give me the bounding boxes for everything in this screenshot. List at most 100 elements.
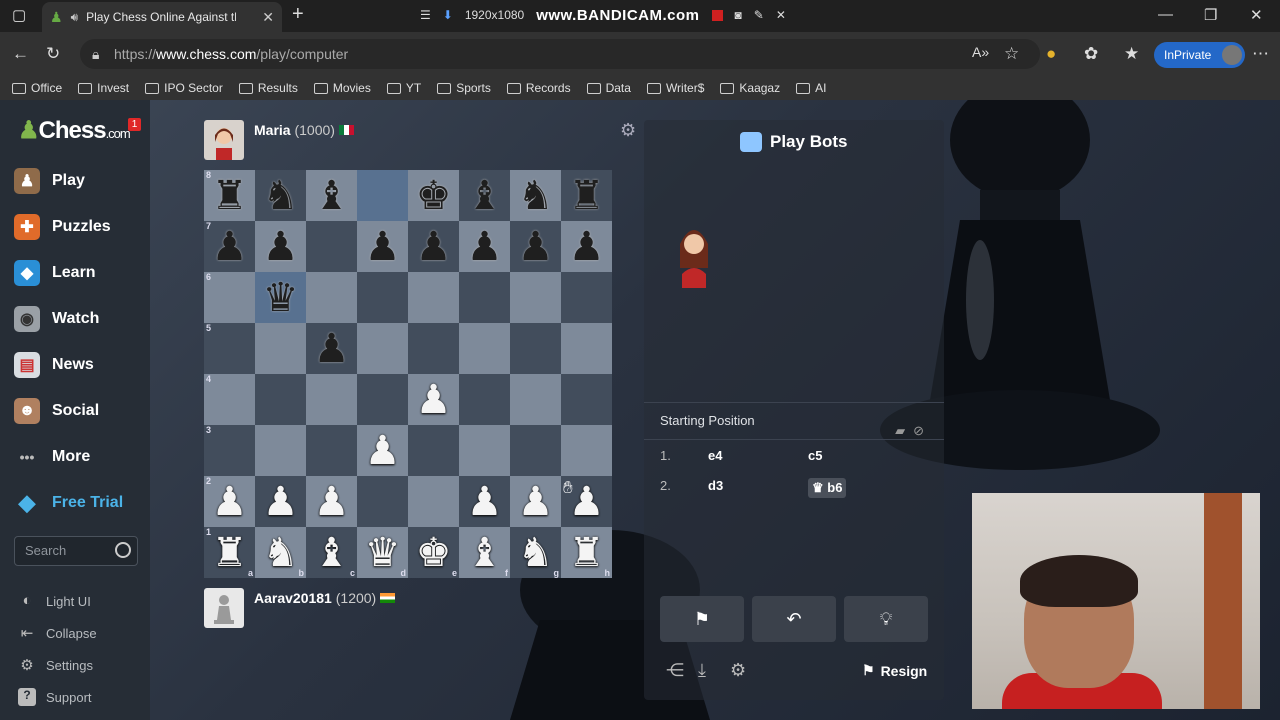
collapse-button[interactable]: ⇤ Collapse bbox=[18, 624, 97, 642]
refresh-icon[interactable]: ↻ bbox=[46, 44, 60, 64]
square-g1[interactable]: g ♞ bbox=[510, 527, 561, 578]
minimize-icon[interactable]: — bbox=[1158, 6, 1173, 23]
white-rook-icon[interactable]: ♜ bbox=[569, 533, 605, 573]
hint-button[interactable]: 💡︎ bbox=[844, 596, 928, 642]
light-ui-toggle[interactable]: ◐ Light UI bbox=[18, 592, 90, 610]
square-d8[interactable] bbox=[357, 170, 408, 221]
lock-icon[interactable]: 🔒︎ bbox=[92, 39, 99, 69]
square-c7[interactable] bbox=[306, 221, 357, 272]
browser-tab-active[interactable]: ♟ 🔊︎ Play Chess Online Against th ✕ bbox=[42, 2, 282, 32]
black-pawn-icon[interactable]: ♟ bbox=[467, 227, 503, 267]
black-knight-icon[interactable]: ♞ bbox=[518, 176, 554, 216]
square-b7[interactable]: ♟ bbox=[255, 221, 306, 272]
square-h6[interactable] bbox=[561, 272, 612, 323]
move-white[interactable]: d3 bbox=[708, 478, 808, 498]
bookmark-folder[interactable]: Records bbox=[506, 81, 571, 95]
square-d7[interactable]: ♟ bbox=[357, 221, 408, 272]
url-field[interactable]: 🔒︎ https://www.chess.com/play/computer bbox=[80, 39, 1040, 69]
starting-position-label[interactable]: Starting Position bbox=[660, 413, 755, 428]
square-f8[interactable]: ♝ bbox=[459, 170, 510, 221]
square-h7[interactable]: ♟ bbox=[561, 221, 612, 272]
move-black[interactable]: c5 bbox=[808, 448, 822, 463]
flag-button[interactable]: ⚑ bbox=[660, 596, 744, 642]
move-white[interactable]: e4 bbox=[708, 448, 808, 463]
white-pawn-icon[interactable]: ♟ bbox=[467, 482, 503, 522]
square-e3[interactable] bbox=[408, 425, 459, 476]
square-h8[interactable]: ♜ bbox=[561, 170, 612, 221]
square-e4[interactable]: ♟ bbox=[408, 374, 459, 425]
square-c4[interactable] bbox=[306, 374, 357, 425]
bookmark-folder[interactable]: Movies bbox=[313, 81, 371, 95]
extension-color-icon[interactable]: ● bbox=[1046, 44, 1056, 64]
square-e2[interactable] bbox=[408, 476, 459, 527]
notification-badge[interactable]: 1 bbox=[128, 118, 141, 131]
square-a2[interactable]: 2 ♟ bbox=[204, 476, 255, 527]
black-bishop-icon[interactable]: ♝ bbox=[314, 176, 350, 216]
undo-button[interactable]: ↶ bbox=[752, 596, 836, 642]
square-f4[interactable] bbox=[459, 374, 510, 425]
speaker-icon[interactable]: 🔊︎ bbox=[71, 10, 79, 25]
pencil-icon[interactable]: ✎ bbox=[754, 8, 764, 22]
sidebar-item-social[interactable]: ☻ Social bbox=[14, 398, 99, 424]
black-queen-icon[interactable]: ♛ bbox=[263, 278, 299, 318]
black-rook-icon[interactable]: ♜ bbox=[212, 176, 248, 216]
square-d4[interactable] bbox=[357, 374, 408, 425]
opponent-name[interactable]: Maria bbox=[254, 122, 291, 138]
opponent-avatar[interactable] bbox=[204, 120, 244, 160]
bookmark-folder[interactable]: Writer$ bbox=[646, 81, 704, 95]
square-e6[interactable] bbox=[408, 272, 459, 323]
square-c5[interactable]: ♟ bbox=[306, 323, 357, 374]
square-b8[interactable]: ♞ bbox=[255, 170, 306, 221]
white-queen-icon[interactable]: ♛ bbox=[365, 533, 401, 573]
square-h3[interactable] bbox=[561, 425, 612, 476]
sidebar-item-play[interactable]: ♟ Play bbox=[14, 168, 85, 194]
search-input[interactable]: Search bbox=[14, 536, 138, 566]
white-pawn-icon[interactable]: ♟ bbox=[416, 380, 452, 420]
record-stop-icon[interactable] bbox=[711, 9, 723, 21]
square-g6[interactable] bbox=[510, 272, 561, 323]
white-knight-icon[interactable]: ♞ bbox=[263, 533, 299, 573]
square-g4[interactable] bbox=[510, 374, 561, 425]
sidebar-item-free-trial[interactable]: ◆ Free Trial bbox=[14, 490, 124, 516]
black-pawn-icon[interactable]: ♟ bbox=[518, 227, 554, 267]
board-settings-gear-icon[interactable]: ⚙ bbox=[620, 120, 636, 141]
square-a4[interactable]: 4 bbox=[204, 374, 255, 425]
bookmark-folder[interactable]: Sports bbox=[437, 81, 491, 95]
camera-icon[interactable]: ◙ bbox=[735, 8, 742, 22]
square-c1[interactable]: c ♝ bbox=[306, 527, 357, 578]
square-g3[interactable] bbox=[510, 425, 561, 476]
white-pawn-icon[interactable]: ♟ bbox=[518, 482, 554, 522]
player-name[interactable]: Aarav20181 bbox=[254, 590, 332, 606]
black-rook-icon[interactable]: ♜ bbox=[569, 176, 605, 216]
tab-actions-icon[interactable]: ▢ bbox=[12, 6, 26, 24]
white-bishop-icon[interactable]: ♝ bbox=[314, 533, 350, 573]
restore-icon[interactable]: ❐ bbox=[1204, 6, 1217, 24]
inprivate-button[interactable]: InPrivate bbox=[1154, 42, 1246, 68]
square-a5[interactable]: 5 bbox=[204, 323, 255, 374]
square-a1[interactable]: 1 a ♜ bbox=[204, 527, 255, 578]
bookmark-folder[interactable]: YT bbox=[386, 81, 421, 95]
square-a7[interactable]: 7 ♟ bbox=[204, 221, 255, 272]
square-g7[interactable]: ♟ bbox=[510, 221, 561, 272]
read-aloud-icon[interactable]: A» bbox=[972, 44, 989, 60]
black-pawn-icon[interactable]: ♟ bbox=[212, 227, 248, 267]
white-pawn-icon[interactable]: ♟ bbox=[212, 482, 248, 522]
new-tab-icon[interactable]: + bbox=[292, 3, 304, 26]
favorites-icon[interactable]: ★ bbox=[1124, 44, 1139, 64]
bot-maria-avatar[interactable] bbox=[674, 218, 714, 288]
bookmark-folder[interactable]: Office bbox=[12, 81, 62, 95]
chess-com-logo[interactable]: ♟Chess.com bbox=[18, 116, 131, 145]
bookmark-folder[interactable]: Invest bbox=[78, 81, 129, 95]
bookmark-folder[interactable]: Results bbox=[238, 81, 298, 95]
square-a3[interactable]: 3 bbox=[204, 425, 255, 476]
square-f1[interactable]: f ♝ bbox=[459, 527, 510, 578]
square-g8[interactable]: ♞ bbox=[510, 170, 561, 221]
black-pawn-icon[interactable]: ♟ bbox=[365, 227, 401, 267]
square-d5[interactable] bbox=[357, 323, 408, 374]
square-a8[interactable]: 8 ♜ bbox=[204, 170, 255, 221]
resign-button[interactable]: ⚑ Resign bbox=[862, 662, 927, 679]
black-pawn-icon[interactable]: ♟ bbox=[569, 227, 605, 267]
black-pawn-icon[interactable]: ♟ bbox=[263, 227, 299, 267]
square-d3[interactable]: ♟ bbox=[357, 425, 408, 476]
square-d2[interactable] bbox=[357, 476, 408, 527]
